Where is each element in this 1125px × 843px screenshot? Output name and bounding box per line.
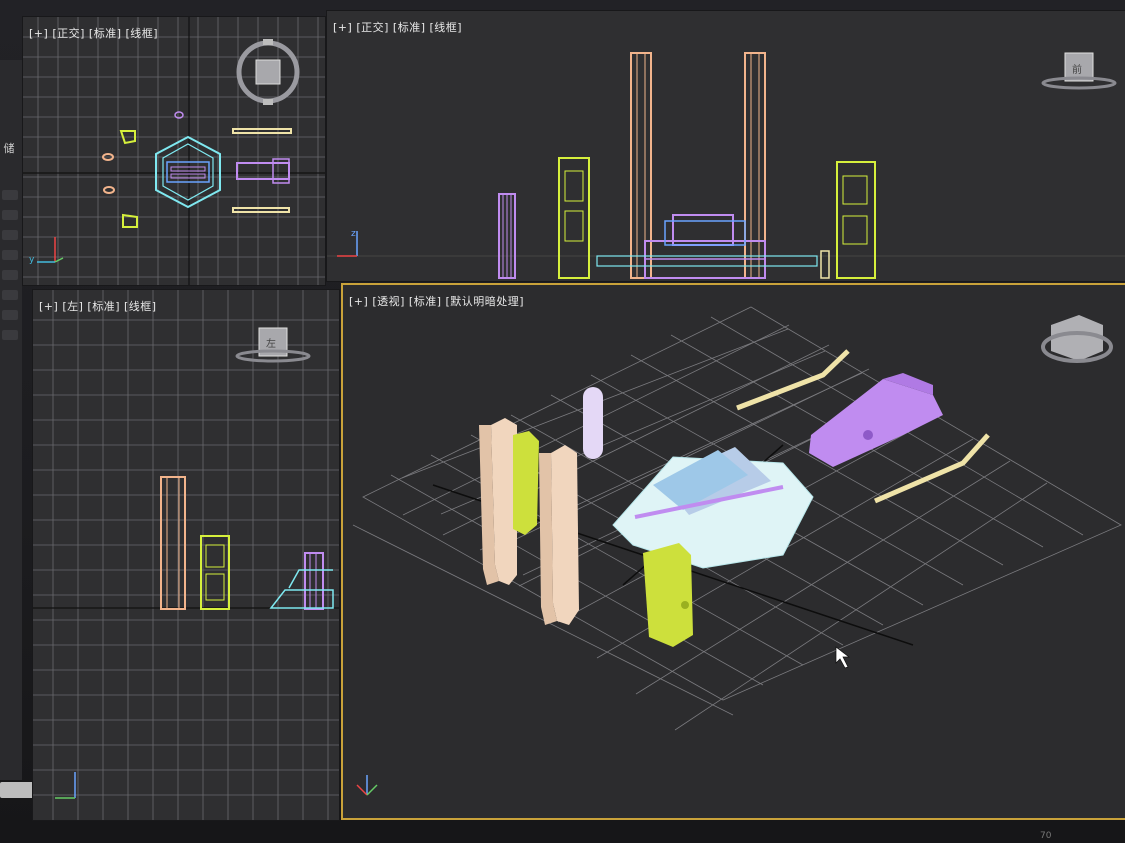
axis-z-label: z xyxy=(351,229,356,239)
viewport-menu-plus[interactable]: [+] xyxy=(29,27,48,40)
perspective-view-scene xyxy=(352,306,1122,796)
panel-button[interactable] xyxy=(2,210,18,220)
viewcube-left[interactable]: 左 xyxy=(266,335,276,350)
viewport-menu-view[interactable]: [透视] xyxy=(372,295,405,308)
viewport-menu-shading[interactable]: [线框] xyxy=(126,27,159,40)
viewport-menu-view[interactable]: [正交] xyxy=(52,27,85,40)
panel-button[interactable] xyxy=(2,330,18,340)
panel-label: 储 xyxy=(3,142,15,155)
viewport-front[interactable]: [+] [正交] [标准] [线框] 前 z xyxy=(326,10,1125,282)
viewport-menu-shading[interactable]: [默认明暗处理] xyxy=(446,295,525,308)
viewport-left[interactable]: [+] [左] [标准] [线框] 左 xyxy=(32,289,340,821)
viewport-label[interactable]: [+] [正交] [标准] [线框] xyxy=(29,25,162,41)
viewport-menu-view[interactable]: [正交] xyxy=(356,21,389,34)
viewport-label[interactable]: [+] [左] [标准] [线框] xyxy=(39,298,161,314)
max-application: 储 › xyxy=(0,0,1125,843)
viewport-menu-shading[interactable]: [线框] xyxy=(430,21,463,34)
front-view-scene xyxy=(327,52,1125,279)
timeline-tick: 70 xyxy=(1040,831,1052,841)
panel-button[interactable] xyxy=(2,290,18,300)
viewport-menu-standard[interactable]: [标准] xyxy=(89,27,122,40)
viewport-menu-plus[interactable]: [+] xyxy=(349,295,368,308)
viewport-menu-plus[interactable]: [+] xyxy=(333,21,352,34)
viewcube-front[interactable]: 前 xyxy=(1072,61,1082,76)
panel-button[interactable] xyxy=(2,230,18,240)
panel-button[interactable] xyxy=(2,250,18,260)
viewport-menu-standard[interactable]: [标准] xyxy=(409,295,442,308)
viewport-perspective[interactable]: [+] [透视] [标准] [默认明暗处理] xyxy=(341,283,1125,820)
left-view-scene xyxy=(33,290,339,820)
top-view-scene xyxy=(23,17,325,285)
viewport-menu-view[interactable]: [左] xyxy=(62,300,83,313)
viewport-label[interactable]: [+] [透视] [标准] [默认明暗处理] xyxy=(349,293,528,309)
viewport-top[interactable]: [+] [正交] [标准] [线框] y xyxy=(22,16,326,286)
viewport-menu-shading[interactable]: [线框] xyxy=(124,300,157,313)
panel-button[interactable] xyxy=(2,190,18,200)
panel-button[interactable] xyxy=(2,310,18,320)
panel-button[interactable] xyxy=(2,270,18,280)
viewport-menu-plus[interactable]: [+] xyxy=(39,300,58,313)
viewport-menu-standard[interactable]: [标准] xyxy=(87,300,120,313)
command-panel-strip: 储 xyxy=(0,60,22,780)
viewport-label[interactable]: [+] [正交] [标准] [线框] xyxy=(333,19,466,35)
viewport-menu-standard[interactable]: [标准] xyxy=(393,21,426,34)
axis-y-label: y xyxy=(29,255,35,265)
